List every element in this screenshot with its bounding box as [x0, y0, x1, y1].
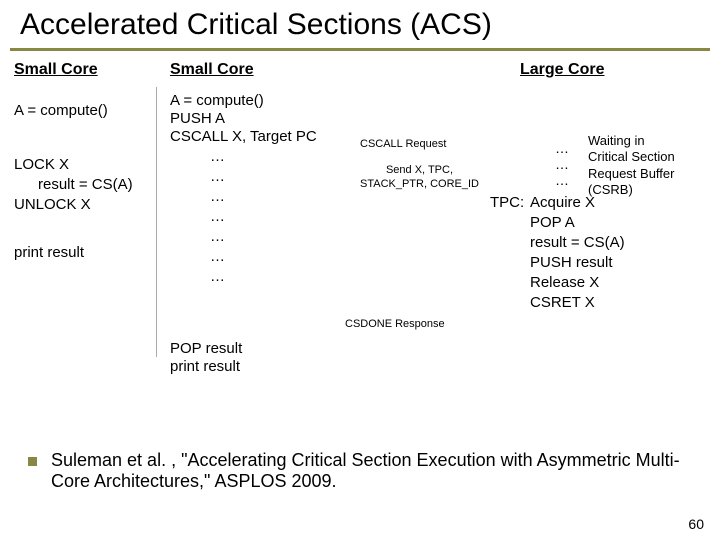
tpc-result: result = CS(A) [530, 233, 625, 253]
msg-csdone-response: CSDONE Response [345, 317, 445, 331]
page-number: 60 [688, 516, 704, 532]
mid-dots-5: … [210, 227, 225, 247]
citation-text: Suleman et al. , "Accelerating Critical … [51, 450, 700, 492]
tpc-pop: POP A [530, 213, 575, 233]
slide-content: Small Core Small Core Large Core A = com… [0, 51, 720, 471]
left-code-unlock: UNLOCK X [14, 195, 91, 215]
mid-dots-1: … [210, 147, 225, 167]
buf-dots-3: … [555, 171, 569, 189]
left-code-print: print result [14, 243, 84, 263]
msg-send: Send X, TPC, STACK_PTR, CORE_ID [360, 163, 479, 192]
buf-waiting-label: Waiting in Critical Section Request Buff… [588, 133, 675, 198]
mid-code-cscall: CSCALL X, Target PC [170, 127, 317, 147]
slide-title: Accelerated Critical Sections (ACS) [0, 0, 720, 48]
mid-dots-2: … [210, 167, 225, 187]
mid-code-print: print result [170, 357, 240, 377]
col-header-large: Large Core [520, 61, 604, 79]
mid-dots-4: … [210, 207, 225, 227]
tpc-release: Release X [530, 273, 599, 293]
mid-dots-3: … [210, 187, 225, 207]
left-code-lock: LOCK X [14, 155, 69, 175]
tpc-acquire: Acquire X [530, 193, 595, 213]
bullet-icon [28, 457, 37, 466]
citation-row: Suleman et al. , "Accelerating Critical … [28, 450, 700, 492]
tpc-push: PUSH result [530, 253, 613, 273]
tpc-label: TPC: [490, 193, 524, 213]
mid-code-push: PUSH A [170, 109, 225, 129]
mid-code-pop: POP result [170, 339, 242, 359]
msg-cscall-request: CSCALL Request [360, 137, 446, 151]
left-code-result: result = CS(A) [38, 175, 133, 195]
mid-dots-7: … [210, 267, 225, 287]
vertical-divider [156, 87, 157, 357]
col-header-small-2: Small Core [170, 61, 254, 79]
tpc-csret: CSRET X [530, 293, 595, 313]
left-code-compute: A = compute() [14, 101, 108, 121]
mid-dots-6: … [210, 247, 225, 267]
col-header-small-1: Small Core [14, 61, 98, 79]
mid-code-compute: A = compute() [170, 91, 264, 111]
